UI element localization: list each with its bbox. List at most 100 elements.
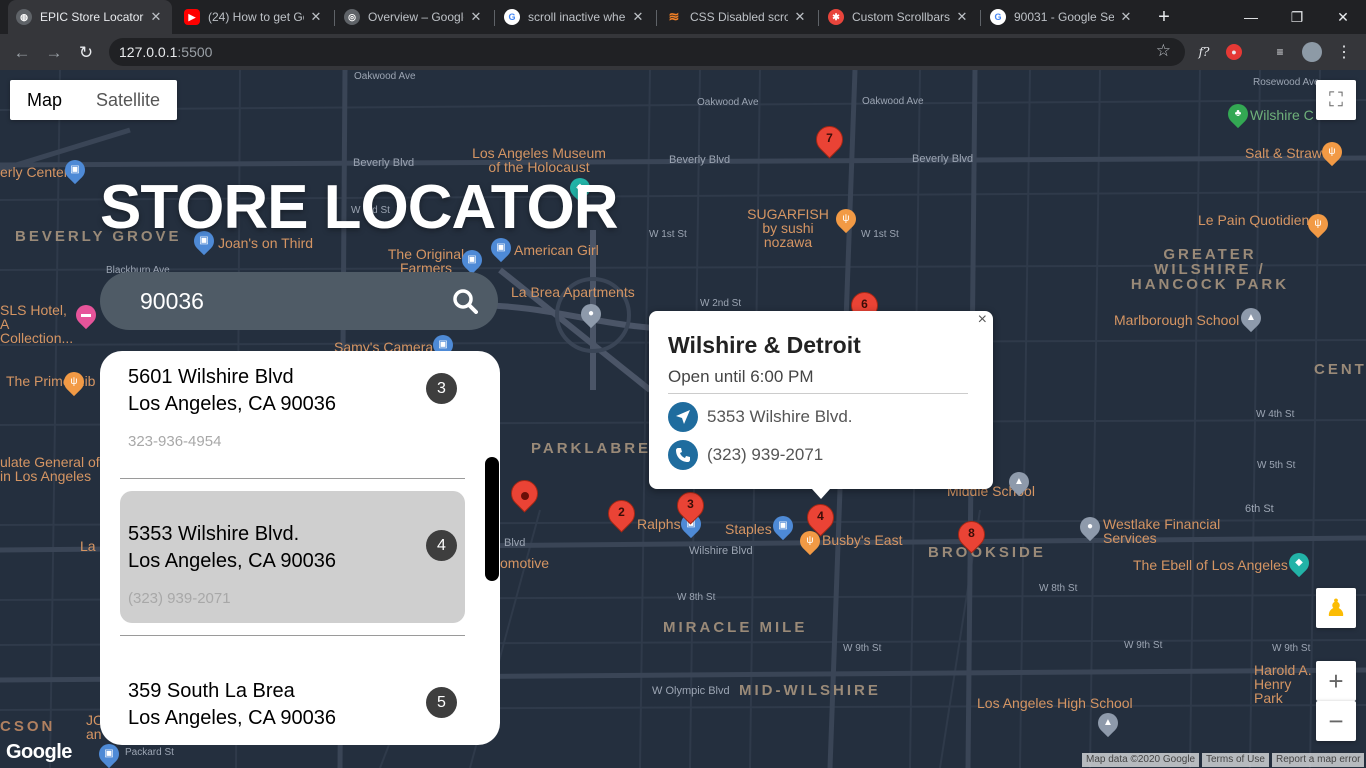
school-poi-icon[interactable]: ▲ [1004,467,1034,497]
scrollbar-thumb[interactable] [485,457,499,581]
restaurant-poi-icon[interactable]: ψ [1303,209,1333,239]
tab-title: (24) How to get Go [208,10,304,24]
close-icon[interactable]: ✕ [630,9,646,25]
terms-of-use-link[interactable]: Terms of Use [1202,753,1269,767]
street-label: W 5th St [1257,460,1296,471]
shopping-poi-icon[interactable]: ▣ [457,245,487,275]
close-icon[interactable]: ✕ [308,9,324,25]
back-button[interactable]: ← [11,42,33,64]
info-phone-row[interactable]: (323) 939-2071 [668,440,823,470]
tab-overview-google[interactable]: ◎ Overview – Google ✕ [336,0,492,34]
district-label: PARKLABREA [531,440,665,457]
place-label: Le Pain Quotidien [1198,212,1310,228]
address-bar[interactable]: i 127.0.0.1:5500 ☆ [109,38,1185,293]
forward-button[interactable]: → [43,42,65,64]
restaurant-poi-icon[interactable]: ψ [831,204,861,234]
place-poi-icon[interactable]: ● [1075,512,1105,542]
place-label: American Girl [514,242,599,258]
list-item[interactable]: 359 South La Brea Los Angeles, CA 90036 … [120,648,465,745]
adblock-extension-icon[interactable]: ● [1226,44,1242,60]
district-label: MIRACLE MILE [663,619,808,636]
store-marker-2[interactable]: 2 [602,494,641,540]
close-icon[interactable]: ✕ [954,9,970,25]
zoom-out-button[interactable]: − [1316,701,1356,741]
info-address-row[interactable]: 5353 Wilshire Blvd. [668,402,853,432]
list-item[interactable]: 5601 Wilshire Blvd Los Angeles, CA 90036… [120,351,465,461]
stackoverflow-icon: ≋ [668,9,680,24]
restaurant-poi-icon[interactable]: ψ [59,367,89,397]
district-label: CSON [0,718,56,735]
tab-css-disabled[interactable]: ≋ CSS Disabled scrol ✕ [658,0,816,34]
google-logo: Google [6,741,72,763]
tab-90031-google[interactable]: G 90031 - Google Se ✕ [982,0,1142,34]
report-map-error-link[interactable]: Report a map error [1272,753,1365,767]
bookmark-star-icon[interactable]: ☆ [1156,41,1171,61]
museum-poi-icon[interactable]: ◆ [1284,548,1314,578]
fx-extension-icon[interactable]: f? [1194,42,1214,62]
shopping-poi-icon[interactable]: ▣ [768,511,798,541]
minimize-button[interactable]: — [1228,0,1274,34]
store-list[interactable]: 5601 Wilshire Blvd Los Angeles, CA 90036… [100,351,500,745]
tab-title: EPIC Store Locator [40,10,144,24]
street-label: Oakwood Ave [862,96,924,107]
zoom-in-button[interactable]: + [1316,661,1356,701]
place-label: Marlborough School [1114,312,1240,328]
place-label: SUGARFISH by sushi nozawa [747,206,829,250]
park-poi-icon[interactable]: ♣ [1223,99,1253,129]
store-marker-4[interactable]: 4 [801,498,840,544]
place-label: Wilshire C [1250,107,1314,123]
school-poi-icon[interactable]: ▲ [1236,303,1266,333]
store-address-line2: Los Angeles, CA 90036 [128,393,336,415]
list-item-selected[interactable]: 5353 Wilshire Blvd. Los Angeles, CA 9003… [120,491,465,623]
store-marker[interactable] [505,474,544,520]
map-type-control: Map Satellite [10,80,178,120]
close-window-button[interactable]: ✕ [1320,0,1366,34]
media-control-icon[interactable]: ≡ [1270,42,1290,62]
new-tab-button[interactable]: + [1153,6,1175,28]
fullscreen-button[interactable]: ⛶ [1316,80,1356,120]
tab-epic-store-locator[interactable]: ◍ EPIC Store Locator ✕ [8,0,172,34]
hotel-poi-icon[interactable]: ▬ [71,300,101,330]
url-text[interactable]: 127.0.0.1:5500 [119,44,212,60]
location-arrow-icon [668,402,698,432]
street-label: Oakwood Ave [697,97,759,108]
map-type-map-button[interactable]: Map [10,80,79,120]
place-label: Busby's East [822,532,903,548]
map-type-satellite-button[interactable]: Satellite [79,80,177,120]
school-poi-icon[interactable]: ▲ [1093,708,1123,738]
close-icon[interactable]: ✕ [792,9,808,25]
place-label: Los Angeles High School [977,695,1133,711]
place-label: Los Angeles Museum of the Holocaust [472,145,606,175]
street-label: W 8th St [1039,583,1078,594]
shopping-poi-icon[interactable]: ▣ [60,155,90,185]
search-bar[interactable]: 90036 [100,272,498,330]
tab-custom-scrollbars[interactable]: ✱ Custom Scrollbars ✕ [820,0,978,34]
close-icon[interactable]: × [978,311,987,329]
place-poi-icon[interactable]: ● [576,299,606,329]
reload-button[interactable]: ↻ [75,42,97,64]
store-marker-7[interactable]: 7 [810,120,849,166]
map-canvas[interactable]: BEVERLY GROVE PARKLABREA MIRACLE MILE MI… [0,70,1366,768]
close-icon[interactable]: ✕ [148,9,164,25]
place-label: omotive [500,555,550,571]
store-marker-3[interactable]: 3 [671,486,710,532]
close-icon[interactable]: ✕ [468,9,484,25]
restaurant-poi-icon[interactable]: ψ [1317,137,1347,167]
tab-scroll-inactive[interactable]: G scroll inactive whe ✕ [496,0,654,34]
search-input[interactable]: 90036 [140,288,204,315]
pegman-icon[interactable]: ♟ [1316,588,1356,628]
maximize-button[interactable]: ❐ [1274,0,1320,34]
store-address-line1: 5353 Wilshire Blvd. [128,523,300,545]
street-label: Rosewood Ave [1253,77,1320,88]
search-icon[interactable] [452,288,478,314]
menu-icon[interactable]: ⋮ [1334,42,1354,62]
close-icon[interactable]: ✕ [1118,9,1134,25]
street-label: W 2nd St [700,298,742,309]
tab-title: CSS Disabled scrol [690,10,788,24]
phone-icon [668,440,698,470]
store-marker-8[interactable]: 8 [952,515,991,561]
street-label: 6th St [1245,503,1274,515]
street-label: Oakwood Ave [354,71,416,82]
avatar[interactable] [1302,42,1322,62]
tab-youtube[interactable]: ▶ (24) How to get Go ✕ [176,0,332,34]
